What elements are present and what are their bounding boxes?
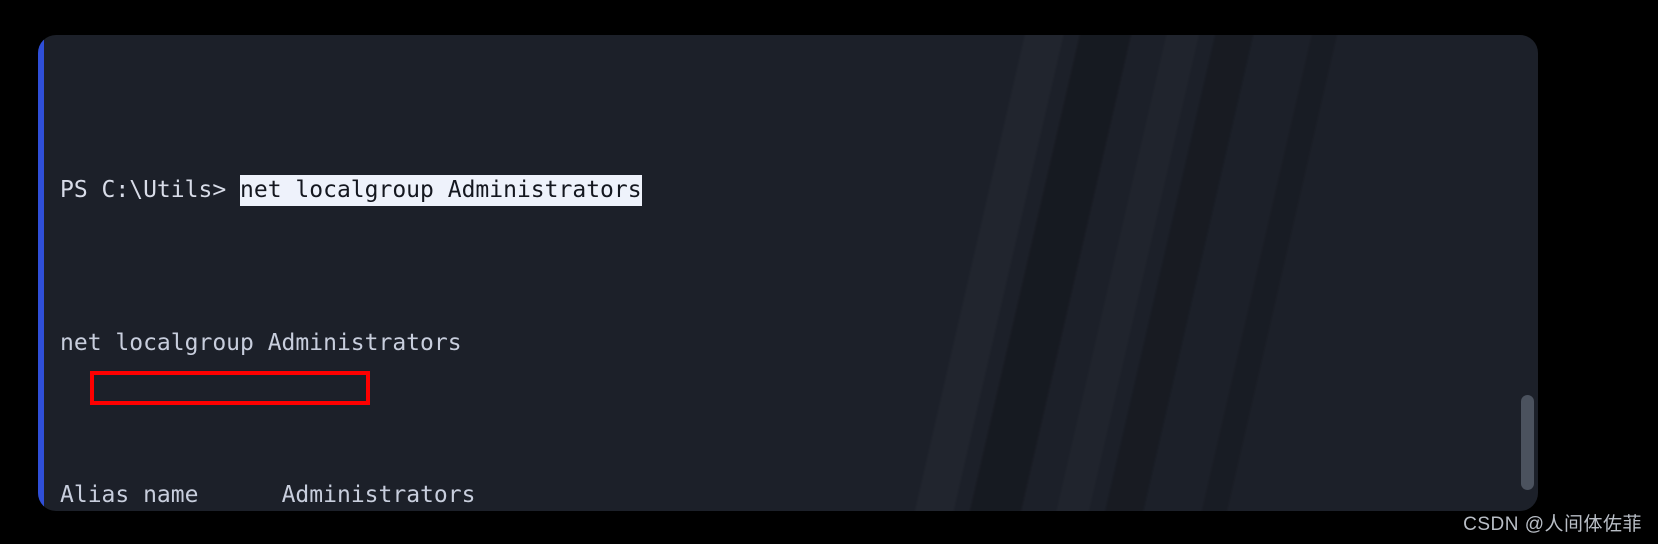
scrollbar-thumb[interactable] [1521,395,1534,490]
alias-name-value: Administrators [281,482,476,508]
terminal-line-prompt-command: PS C:\Utils> net localgroup Administrato… [60,175,1538,206]
window-accent-bar [38,35,44,511]
screenshot-root: PS C:\Utils> net localgroup Administrato… [0,0,1658,544]
csdn-watermark: CSDN @人间体佐菲 [1463,514,1642,535]
vertical-scrollbar[interactable] [1521,35,1534,511]
terminal-output-area[interactable]: PS C:\Utils> net localgroup Administrato… [60,53,1538,511]
alias-name-label: Alias name [60,482,199,508]
echoed-command-text: net localgroup Administrators [60,329,462,356]
prompt-text: PS C:\Utils> [60,177,241,203]
alias-spacer [198,482,281,508]
terminal-line-alias: Alias name Administrators [60,480,1538,511]
terminal-line-echoed-command: net localgroup Administrators [60,328,1538,359]
powershell-terminal-window[interactable]: PS C:\Utils> net localgroup Administrato… [38,35,1538,511]
selected-command-text[interactable]: net localgroup Administrators [240,175,642,206]
